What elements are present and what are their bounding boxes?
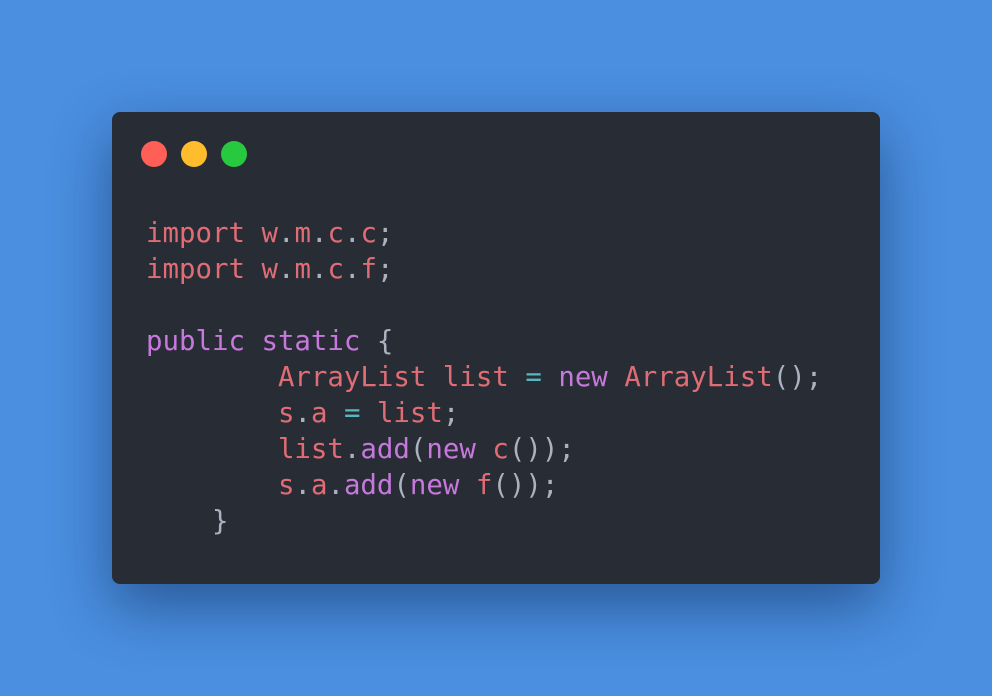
code-token-identifier: list <box>277 434 344 465</box>
code-token-identifier: m <box>294 218 311 249</box>
code-line: ArrayList list = new ArrayList(); <box>146 360 822 396</box>
code-token-identifier: a <box>310 398 328 429</box>
code-token-punctuation: . <box>277 218 295 249</box>
code-token-identifier: c <box>360 218 377 249</box>
minimize-dot[interactable] <box>181 141 207 167</box>
code-token-punctuation <box>245 254 262 285</box>
code-token-operator: = <box>525 362 542 393</box>
code-token-keyword: add <box>360 434 410 465</box>
code-line: s.a.add(new f()); <box>146 468 822 504</box>
code-token-keyword: add <box>343 470 394 501</box>
code-token-punctuation: ()); <box>492 470 559 501</box>
code-token-punctuation: ; <box>442 398 460 429</box>
code-token-punctuation <box>327 398 344 429</box>
code-token-identifier: s <box>277 398 295 429</box>
code-token-punctuation: . <box>310 254 328 285</box>
code-token-identifier: ArrayList <box>277 362 427 393</box>
code-token-punctuation <box>146 362 278 393</box>
code-token-punctuation: . <box>343 254 361 285</box>
maximize-dot[interactable] <box>221 141 247 167</box>
code-token-identifier: m <box>294 254 311 285</box>
code-token-punctuation <box>245 218 262 249</box>
code-token-punctuation <box>146 434 278 465</box>
code-token-identifier: import <box>146 254 245 285</box>
code-line: list.add(new c()); <box>146 432 822 468</box>
code-window: import w.m.c.c; import w.m.c.f; public st… <box>112 112 880 584</box>
code-token-keyword: static <box>261 326 361 357</box>
code-token-punctuation: . <box>343 434 361 465</box>
code-token-punctuation: . <box>294 470 311 501</box>
code-token-punctuation: ()); <box>508 434 575 465</box>
code-token-identifier: f <box>360 254 377 285</box>
code-token-punctuation <box>459 470 476 501</box>
code-token-punctuation <box>476 434 493 465</box>
code-token-identifier: list <box>376 398 443 429</box>
code-token-punctuation: . <box>343 218 361 249</box>
code-token-punctuation <box>146 470 278 501</box>
code-token-punctuation: ; <box>376 254 394 285</box>
code-token-identifier: c <box>492 434 509 465</box>
code-token-punctuation <box>542 362 559 393</box>
code-token-identifier: c <box>327 254 344 285</box>
code-token-operator: = <box>343 398 361 429</box>
code-token-punctuation: (); <box>772 362 823 393</box>
code-line: import w.m.c.c; <box>146 216 822 252</box>
code-token-identifier: list <box>442 362 509 393</box>
code-token-identifier: w <box>261 254 278 285</box>
code-token-punctuation: } <box>146 506 229 537</box>
code-token-punctuation: ( <box>409 434 427 465</box>
code-token-keyword: new <box>558 362 608 393</box>
code-token-punctuation: { <box>360 326 394 357</box>
code-token-punctuation <box>360 398 377 429</box>
code-token-identifier: f <box>475 470 493 501</box>
code-token-keyword: new <box>409 470 460 501</box>
code-token-identifier: a <box>310 470 328 501</box>
code-block: import w.m.c.c; import w.m.c.f; public st… <box>146 216 822 540</box>
code-token-punctuation: ( <box>393 470 410 501</box>
code-token-punctuation <box>146 398 278 429</box>
code-token-punctuation <box>245 326 262 357</box>
code-token-punctuation: . <box>327 470 344 501</box>
code-line: import w.m.c.f; <box>146 252 822 288</box>
code-token-keyword: public <box>146 326 245 357</box>
code-token-identifier: s <box>277 470 295 501</box>
code-line: s.a = list; <box>146 396 822 432</box>
code-token-identifier: import <box>146 218 245 249</box>
code-token-punctuation: . <box>294 398 311 429</box>
code-token-identifier: c <box>327 218 344 249</box>
code-token-punctuation <box>608 362 625 393</box>
code-token-punctuation <box>426 362 443 393</box>
close-dot[interactable] <box>141 141 167 167</box>
code-token-identifier: w <box>261 218 278 249</box>
code-token-identifier: ArrayList <box>624 362 773 393</box>
code-line: public static { <box>146 324 822 360</box>
code-line: } <box>146 504 822 540</box>
code-token-punctuation: . <box>277 254 295 285</box>
code-token-punctuation: . <box>310 218 328 249</box>
code-token-punctuation: ; <box>376 218 394 249</box>
code-token-keyword: new <box>426 434 476 465</box>
code-token-punctuation <box>509 362 526 393</box>
